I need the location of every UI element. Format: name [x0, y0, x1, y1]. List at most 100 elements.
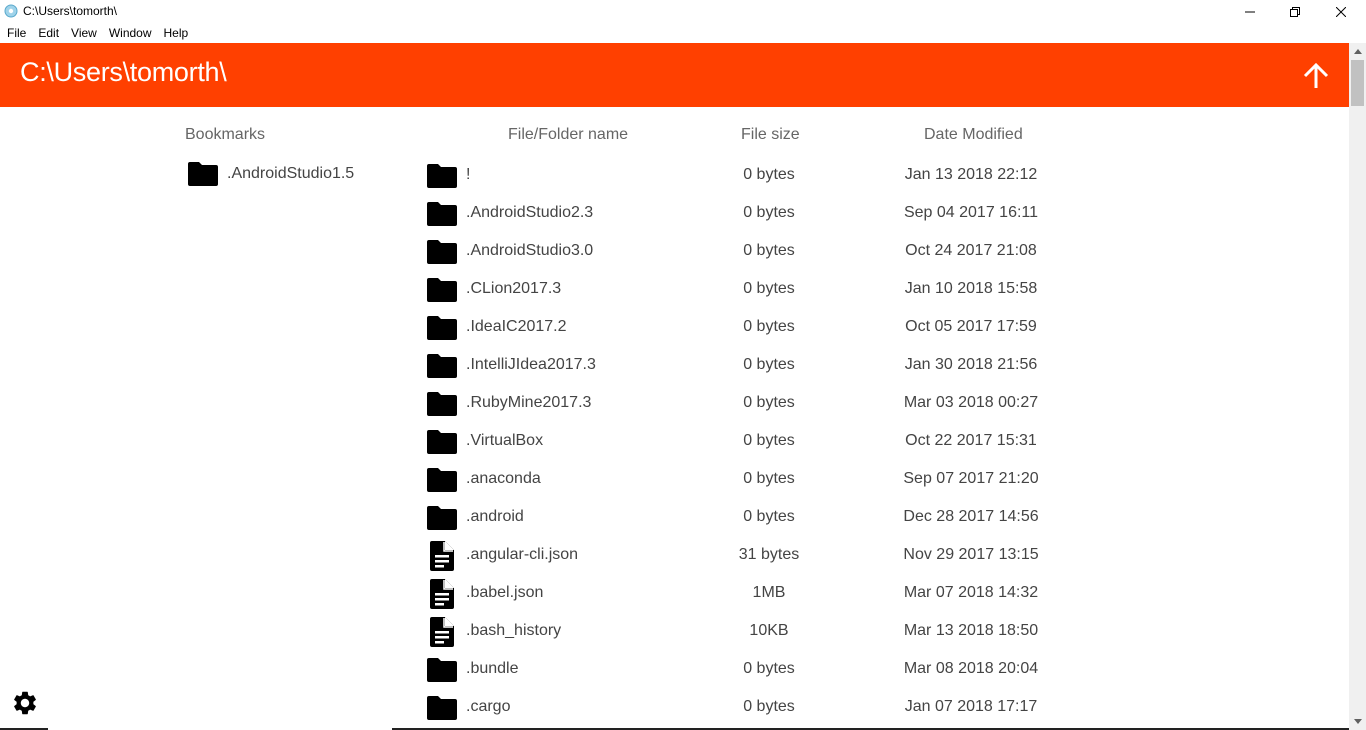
file-name: .IntelliJIdea2017.3: [466, 356, 596, 373]
scroll-down-button[interactable]: [1349, 713, 1366, 730]
restore-icon: [1290, 6, 1300, 17]
file-date-modified: Oct 22 2017 15:31: [905, 432, 1037, 449]
menu-window[interactable]: Window: [103, 23, 158, 43]
arrow-up-icon: [1303, 62, 1329, 88]
file-row[interactable]: ! 0 bytes Jan 13 2018 22:12: [420, 157, 1060, 195]
minimize-button[interactable]: [1227, 0, 1273, 23]
file-date-modified: Jan 07 2018 17:17: [904, 698, 1038, 715]
document-icon: [424, 579, 460, 609]
file-row[interactable]: .AndroidStudio2.3 0 bytes Sep 04 2017 16:1…: [420, 195, 1060, 233]
gear-icon: [14, 691, 36, 715]
file-row[interactable]: .AndroidStudio3.0 0 bytes Oct 24 2017 21:0…: [420, 233, 1060, 271]
file-name: .CLion2017.3: [466, 280, 562, 297]
file-name: .bash_history: [466, 622, 562, 639]
file-size: 1MB: [752, 584, 786, 601]
scroll-thumb[interactable]: [1351, 60, 1364, 106]
date-column-header[interactable]: Date Modified: [924, 126, 1023, 144]
parent-directory-button[interactable]: [1300, 60, 1332, 92]
window-title: C:\Users\tomorth\: [23, 4, 118, 18]
close-button[interactable]: [1318, 0, 1364, 23]
file-size: 0 bytes: [743, 470, 795, 487]
menu-file[interactable]: File: [0, 23, 32, 43]
file-date-modified: Oct 05 2017 17:59: [905, 318, 1037, 335]
file-size: 0 bytes: [743, 204, 795, 221]
file-name: .AndroidStudio3.0: [466, 242, 594, 259]
folder-icon: [424, 389, 460, 419]
file-row[interactable]: .bundle 0 bytes Mar 08 2018 20:04: [420, 651, 1060, 689]
file-row[interactable]: .RubyMine2017.3 0 bytes Mar 03 2018 00:27: [420, 385, 1060, 423]
menu-bar: File Edit View Window Help: [0, 23, 1366, 43]
folder-icon: [424, 503, 460, 533]
file-size: 0 bytes: [743, 660, 795, 677]
file-row[interactable]: .CLion2017.3 0 bytes Jan 10 2018 15:58: [420, 271, 1060, 309]
folder-icon: [424, 427, 460, 457]
file-row[interactable]: .IntelliJIdea2017.3 0 bytes Jan 30 2018 21…: [420, 347, 1060, 385]
menu-help[interactable]: Help: [158, 23, 195, 43]
document-icon: [424, 541, 460, 571]
menu-edit[interactable]: Edit: [32, 23, 65, 43]
file-name: .cargo: [466, 698, 511, 715]
file-date-modified: Jan 13 2018 22:12: [904, 166, 1038, 183]
file-row[interactable]: .angular-cli.json 31 bytes Nov 29 2017 13:…: [420, 537, 1060, 575]
bookmark-item[interactable]: .AndroidStudio1.5: [185, 159, 385, 189]
path-header: C:\Users\tomorth\: [0, 43, 1349, 107]
file-row[interactable]: .babel.json 1MB Mar 07 2018 14:32: [420, 575, 1060, 613]
folder-icon: [424, 351, 460, 381]
file-name: .babel.json: [466, 584, 544, 601]
file-name: !: [466, 166, 471, 183]
file-name: .IdeaIC2017.2: [466, 318, 567, 335]
scroll-down-arrow-icon: [1353, 719, 1362, 724]
scroll-up-button[interactable]: [1349, 43, 1366, 60]
file-size: 0 bytes: [743, 356, 795, 373]
file-size: 0 bytes: [743, 698, 795, 715]
file-date-modified: Sep 04 2017 16:11: [903, 204, 1039, 221]
settings-button[interactable]: [11, 689, 39, 717]
file-size: 0 bytes: [743, 508, 795, 525]
file-size: 0 bytes: [743, 280, 795, 297]
folder-icon: [424, 655, 460, 685]
folder-icon: [424, 199, 460, 229]
file-row[interactable]: .bash_history 10KB Mar 13 2018 18:50: [420, 613, 1060, 651]
minimize-icon: [1245, 11, 1255, 12]
file-name: .RubyMine2017.3: [466, 394, 592, 411]
file-name: .AndroidStudio2.3: [466, 204, 594, 221]
bookmark-label: .AndroidStudio1.5: [227, 165, 355, 182]
file-size: 0 bytes: [743, 166, 795, 183]
name-column-header[interactable]: File/Folder name: [508, 126, 628, 144]
file-row[interactable]: .anaconda 0 bytes Sep 07 2017 21:20: [420, 461, 1060, 499]
file-date-modified: Nov 29 2017 13:15: [903, 546, 1039, 563]
file-row[interactable]: .cargo 0 bytes Jan 07 2018 17:17: [420, 689, 1060, 727]
file-row[interactable]: .VirtualBox 0 bytes Oct 22 2017 15:31: [420, 423, 1060, 461]
folder-icon: [424, 161, 460, 191]
file-name: .angular-cli.json: [466, 546, 579, 563]
file-date-modified: Mar 08 2018 20:04: [903, 660, 1039, 677]
file-size: 0 bytes: [743, 432, 795, 449]
file-date-modified: Mar 13 2018 18:50: [903, 622, 1039, 639]
file-size: 31 bytes: [738, 546, 800, 563]
folder-icon: [185, 159, 221, 189]
file-browser-content: Bookmarks File/Folder name File size Dat…: [0, 107, 1349, 730]
file-date-modified: Sep 07 2017 21:20: [903, 470, 1039, 487]
title-bar: C:\Users\tomorth\: [0, 0, 1366, 23]
file-row[interactable]: .IdeaIC2017.2 0 bytes Oct 05 2017 17:59: [420, 309, 1060, 347]
folder-icon: [424, 465, 460, 495]
vertical-scrollbar[interactable]: [1349, 43, 1366, 730]
folder-icon: [424, 313, 460, 343]
document-icon: [424, 617, 460, 647]
folder-icon: [424, 237, 460, 267]
file-size: 0 bytes: [743, 318, 795, 335]
app-icon: [4, 4, 18, 18]
file-name: .anaconda: [466, 470, 541, 487]
file-name: .android: [466, 508, 524, 525]
maximize-button[interactable]: [1272, 0, 1318, 23]
file-date-modified: Mar 07 2018 14:32: [903, 584, 1039, 601]
file-size: 0 bytes: [743, 242, 795, 259]
current-path: C:\Users\tomorth\: [20, 57, 227, 87]
file-list: ! 0 bytes Jan 13 2018 22:12 .AndroidStudio2…: [420, 157, 1060, 727]
file-name: .VirtualBox: [466, 432, 544, 449]
file-row[interactable]: .android 0 bytes Dec 28 2017 14:56: [420, 499, 1060, 537]
menu-view[interactable]: View: [65, 23, 103, 43]
size-column-header[interactable]: File size: [741, 126, 800, 144]
file-name: .bundle: [466, 660, 519, 677]
file-date-modified: Jan 10 2018 15:58: [904, 280, 1038, 297]
